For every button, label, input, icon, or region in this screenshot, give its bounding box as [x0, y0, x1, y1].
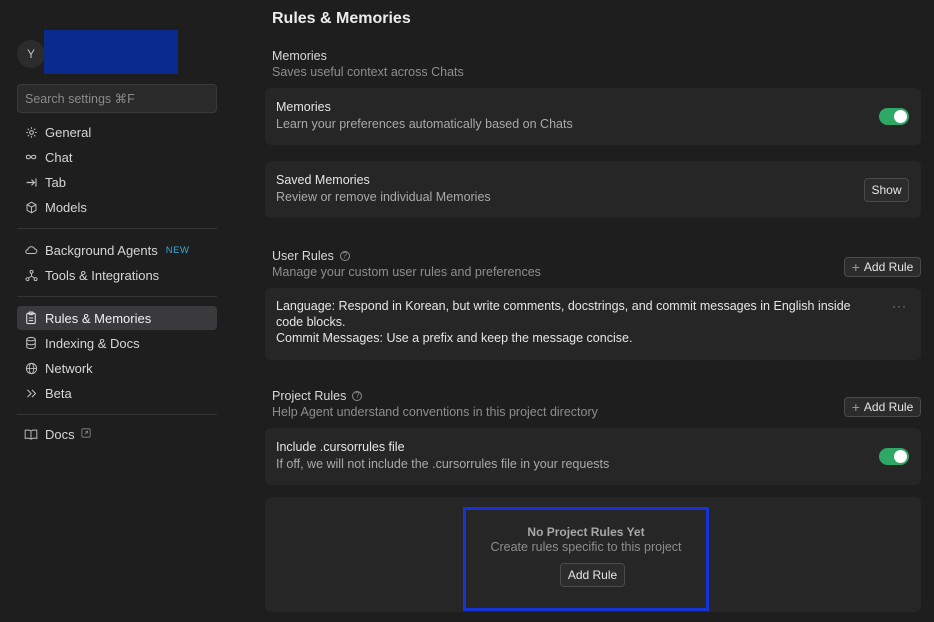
add-project-rule-button[interactable]: + Add Rule — [844, 397, 921, 417]
cursorrules-card: Include .cursorrules file If off, we wil… — [265, 428, 921, 485]
database-icon — [24, 336, 38, 350]
empty-state-title: No Project Rules Yet — [527, 525, 645, 539]
user-rules-card[interactable]: Language: Respond in Korean, but write c… — [265, 288, 921, 360]
plus-icon: + — [851, 259, 860, 275]
clipboard-icon — [24, 311, 38, 325]
book-icon — [24, 427, 38, 441]
sidebar-item-docs[interactable]: Docs — [17, 422, 217, 446]
project-rules-subtitle: Help Agent understand conventions in thi… — [272, 405, 598, 419]
memories-toggle-title: Memories — [276, 100, 331, 114]
sidebar-item-label: Background Agents — [45, 242, 158, 258]
sidebar-item-label: Indexing & Docs — [45, 335, 140, 351]
account-name-redacted — [44, 30, 178, 74]
sidebar-item-beta[interactable]: Beta — [17, 381, 217, 405]
sidebar-divider — [17, 228, 217, 229]
memories-section-title: Memories — [272, 49, 327, 63]
tools-icon — [24, 268, 38, 282]
sidebar-item-indexing-docs[interactable]: Indexing & Docs — [17, 331, 217, 355]
help-icon[interactable]: ? — [352, 390, 363, 401]
new-badge: NEW — [165, 244, 190, 256]
sidebar-item-general[interactable]: General — [17, 120, 217, 144]
page-title: Rules & Memories — [272, 10, 411, 27]
sidebar-item-label: Chat — [45, 149, 73, 165]
help-icon[interactable]: ? — [339, 250, 350, 261]
plus-icon: + — [851, 399, 860, 415]
sidebar-item-label: Network — [45, 360, 93, 376]
empty-state-subtitle: Create rules specific to this project — [490, 540, 682, 554]
main-panel: Rules & Memories Memories Saves useful c… — [265, 0, 921, 622]
infinity-icon — [24, 150, 38, 164]
empty-project-rules-card: No Project Rules Yet Create rules specif… — [265, 497, 921, 612]
sidebar-divider — [17, 296, 217, 297]
saved-memories-title: Saved Memories — [276, 173, 370, 187]
globe-icon — [24, 361, 38, 375]
show-memories-button[interactable]: Show — [864, 178, 909, 202]
sidebar-item-label: Rules & Memories — [45, 310, 152, 326]
sidebar-item-chat[interactable]: Chat — [17, 145, 217, 169]
external-link-icon — [81, 427, 91, 441]
sidebar-item-label: Docs — [45, 426, 75, 442]
sidebar-item-label: Tools & Integrations — [45, 267, 160, 283]
project-rules-title-row: Project Rules? — [272, 389, 363, 403]
sidebar-item-tab[interactable]: Tab — [17, 170, 217, 194]
cube-icon — [24, 200, 38, 214]
sidebar-item-label: Beta — [45, 385, 72, 401]
chevrons-right-icon — [24, 386, 38, 400]
empty-add-rule-button[interactable]: Add Rule — [560, 563, 625, 587]
sidebar-item-network[interactable]: Network — [17, 356, 217, 380]
cursorrules-title: Include .cursorrules file — [276, 440, 405, 454]
user-rules-title: User Rules — [272, 249, 334, 263]
sidebar-item-tools-integrations[interactable]: Tools & Integrations — [17, 263, 217, 287]
cloud-icon — [24, 243, 38, 257]
sidebar-item-label: Models — [45, 199, 87, 215]
memories-toggle-card: Memories Learn your preferences automati… — [265, 88, 921, 145]
cursorrules-subtitle: If off, we will not include the .cursorr… — [276, 457, 610, 471]
sidebar-item-rules-memories[interactable]: Rules & Memories — [17, 306, 217, 330]
add-user-rule-button[interactable]: + Add Rule — [844, 257, 921, 277]
user-rules-subtitle: Manage your custom user rules and prefer… — [272, 265, 541, 279]
gear-icon — [24, 125, 38, 139]
memories-section-subtitle: Saves useful context across Chats — [272, 65, 464, 79]
memories-toggle[interactable] — [879, 108, 909, 125]
sidebar-item-label: General — [45, 124, 92, 140]
rule-line: Language: Respond in Korean, but write c… — [276, 299, 851, 329]
sidebar-item-background-agents[interactable]: Background Agents NEW — [17, 238, 217, 262]
avatar[interactable]: Y — [17, 40, 45, 68]
rule-line: Commit Messages: Use a prefix and keep t… — [276, 331, 633, 345]
tab-arrow-icon — [24, 175, 38, 189]
user-rules-title-row: User Rules? — [272, 249, 350, 263]
memories-toggle-subtitle: Learn your preferences automatically bas… — [276, 117, 573, 131]
saved-memories-subtitle: Review or remove individual Memories — [276, 190, 491, 204]
sidebar-divider — [17, 414, 217, 415]
sidebar-item-label: Tab — [45, 174, 66, 190]
sidebar: Y Search settings ⌘F General Chat Tab Mo… — [0, 0, 233, 622]
project-rules-title: Project Rules — [272, 389, 347, 403]
more-options-icon[interactable]: ··· — [892, 299, 907, 313]
sidebar-item-models[interactable]: Models — [17, 195, 217, 219]
saved-memories-card: Saved Memories Review or remove individu… — [265, 161, 921, 218]
cursorrules-toggle[interactable] — [879, 448, 909, 465]
search-input[interactable]: Search settings ⌘F — [17, 84, 217, 113]
empty-state-highlight: No Project Rules Yet Create rules specif… — [463, 507, 709, 611]
user-rules-content: Language: Respond in Korean, but write c… — [276, 298, 876, 346]
